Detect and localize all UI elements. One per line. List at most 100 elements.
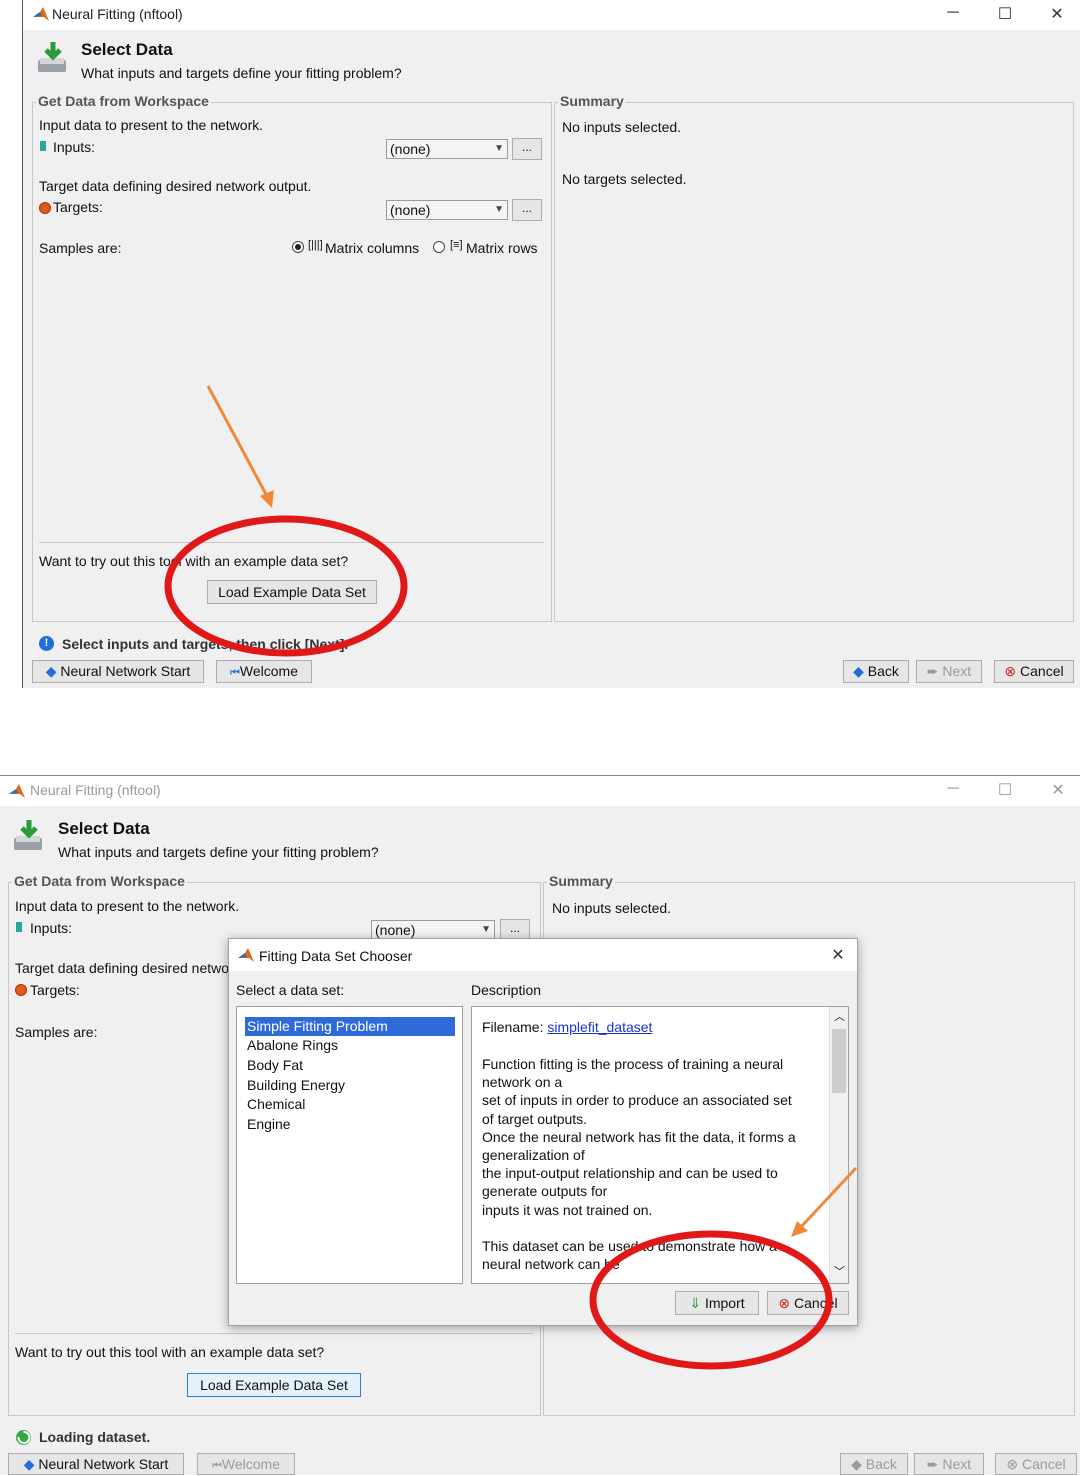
select-dataset-label: Select a data set:: [236, 982, 345, 998]
workspace-panel-label: Get Data from Workspace: [36, 93, 211, 109]
workspace-panel-label: Get Data from Workspace: [12, 873, 187, 889]
inputs-browse-button[interactable]: ...: [512, 138, 542, 160]
filename-row: Filename: simplefit_dataset: [482, 1019, 652, 1035]
minimize-icon[interactable]: ─: [938, 780, 968, 798]
page-title: Select Data: [58, 819, 150, 838]
chevron-down-icon: ▼: [481, 924, 491, 935]
matlab-logo-icon: [238, 948, 254, 962]
inputs-label: Inputs:: [53, 139, 96, 155]
dialog-cancel-button[interactable]: ⊗ Cancel: [767, 1291, 849, 1315]
targets-label: Targets:: [53, 199, 103, 215]
cancel-button: ⊗ Cancel: [995, 1453, 1077, 1475]
nn-start-button[interactable]: ◆ Neural Network Start: [8, 1453, 184, 1475]
matrix-columns-label[interactable]: Matrix columns: [325, 240, 419, 256]
nftool-window-1: Neural Fitting (nftool) ─ ☐ ✕ Select Dat…: [22, 0, 1080, 688]
select-data-icon: [38, 42, 66, 72]
samples-label: Samples are:: [15, 1024, 98, 1040]
targets-select[interactable]: (none) ▼: [386, 200, 508, 220]
title-bar: Neural Fitting (nftool) ─ ☐ ✕: [22, 0, 1080, 30]
window-1-left-border: [22, 0, 23, 688]
rewind-icon: ⏮: [212, 1460, 222, 1472]
dataset-list[interactable]: Simple Fitting Problem Abalone Rings Bod…: [236, 1006, 463, 1284]
back-arrow-icon: ◆: [23, 1456, 35, 1472]
import-button[interactable]: ⇓ Import: [675, 1291, 759, 1315]
cancel-icon: ⊗: [778, 1295, 791, 1311]
inputs-label: Inputs:: [30, 920, 73, 936]
list-item[interactable]: Chemical: [245, 1095, 455, 1114]
inputs-icon: [40, 141, 46, 151]
chevron-down-icon: ▼: [494, 204, 504, 215]
cancel-button[interactable]: ⊗ Cancel: [994, 660, 1074, 683]
back-arrow-icon: ◆: [853, 663, 864, 679]
nn-start-button[interactable]: ◆ Neural Network Start: [32, 660, 204, 683]
welcome-button[interactable]: ⏮Welcome: [216, 660, 312, 683]
example-divider: [39, 542, 544, 543]
description-scrollbar[interactable]: ︿ ﹀: [829, 1007, 848, 1283]
targets-browse-button[interactable]: ...: [512, 199, 542, 221]
maximize-icon[interactable]: ☐: [990, 4, 1020, 24]
window-title: Neural Fitting (nftool): [30, 782, 161, 798]
back-button[interactable]: ◆ Back: [843, 660, 909, 683]
inputs-select[interactable]: (none) ▼: [386, 139, 508, 159]
maximize-icon[interactable]: ☐: [990, 780, 1020, 800]
targets-label: Targets:: [30, 982, 80, 998]
list-item[interactable]: Abalone Rings: [245, 1036, 455, 1055]
load-example-button[interactable]: Load Example Data Set: [187, 1373, 361, 1397]
dialog-title: Fitting Data Set Chooser: [259, 948, 413, 964]
import-icon: ⇓: [689, 1295, 702, 1311]
scrollbar-thumb[interactable]: [832, 1029, 846, 1093]
forward-arrow-icon: ➨: [926, 663, 939, 679]
title-bar: Neural Fitting (nftool) ─ ☐ ✕: [0, 776, 1080, 806]
page-title: Select Data: [81, 40, 173, 59]
targets-icon: [15, 984, 27, 996]
close-icon[interactable]: ✕: [823, 945, 853, 965]
list-item[interactable]: Engine: [245, 1115, 455, 1134]
summary-panel-label: Summary: [547, 873, 615, 889]
matrix-columns-icon: [|||]: [308, 239, 323, 251]
example-divider: [15, 1333, 533, 1334]
filename-link[interactable]: simplefit_dataset: [547, 1019, 652, 1035]
list-item[interactable]: Body Fat: [245, 1056, 455, 1075]
description-text: Function fitting is the process of train…: [482, 1056, 796, 1273]
matrix-rows-label[interactable]: Matrix rows: [466, 240, 538, 256]
page-subtitle: What inputs and targets define your fitt…: [58, 844, 379, 860]
example-prompt: Want to try out this tool with an exampl…: [15, 1344, 325, 1360]
minimize-icon[interactable]: ─: [938, 4, 968, 22]
chevron-up-icon[interactable]: ︿: [834, 1008, 845, 1024]
filename-label: Filename:: [482, 1019, 544, 1035]
info-icon: !: [39, 636, 54, 651]
close-icon[interactable]: ✕: [1043, 780, 1073, 800]
back-button: ◆ Back: [840, 1453, 908, 1475]
load-example-button[interactable]: Load Example Data Set: [207, 580, 377, 604]
description-box[interactable]: Filename: simplefit_dataset Function fit…: [471, 1006, 849, 1284]
list-item[interactable]: Simple Fitting Problem: [245, 1017, 455, 1036]
input-data-text: Input data to present to the network.: [39, 117, 264, 133]
matrix-columns-radio[interactable]: [292, 241, 304, 253]
window-title: Neural Fitting (nftool): [52, 6, 183, 22]
next-button: ➨ Next: [914, 1453, 984, 1475]
matlab-logo-icon: [9, 784, 25, 798]
matrix-rows-radio[interactable]: [433, 241, 445, 253]
status-text: Loading dataset.: [39, 1429, 151, 1445]
summary-panel-label: Summary: [558, 93, 626, 109]
list-item[interactable]: Building Energy: [245, 1076, 455, 1095]
targets-icon: [39, 202, 51, 214]
back-arrow-icon: ◆: [45, 663, 57, 679]
summary-inputs: No inputs selected.: [562, 119, 682, 135]
cancel-icon: ⊗: [1004, 663, 1017, 679]
loading-icon: [16, 1430, 31, 1445]
status-text: Select inputs and targets, then click [N…: [62, 636, 349, 652]
back-arrow-icon: ◆: [851, 1456, 862, 1472]
matlab-logo-icon: [33, 7, 49, 21]
forward-arrow-icon: ➨: [926, 1456, 939, 1472]
chevron-down-icon[interactable]: ﹀: [834, 1263, 845, 1279]
matrix-rows-icon: [≡]: [450, 239, 463, 251]
samples-label: Samples are:: [39, 240, 122, 256]
select-data-icon: [14, 820, 42, 850]
close-icon[interactable]: ✕: [1042, 4, 1072, 24]
inputs-icon: [16, 922, 22, 932]
summary-inputs: No inputs selected.: [552, 900, 672, 916]
target-data-text: Target data defining desired network out…: [15, 960, 228, 976]
inputs-select[interactable]: (none) ▼: [371, 920, 495, 940]
summary-targets: No targets selected.: [562, 171, 687, 187]
